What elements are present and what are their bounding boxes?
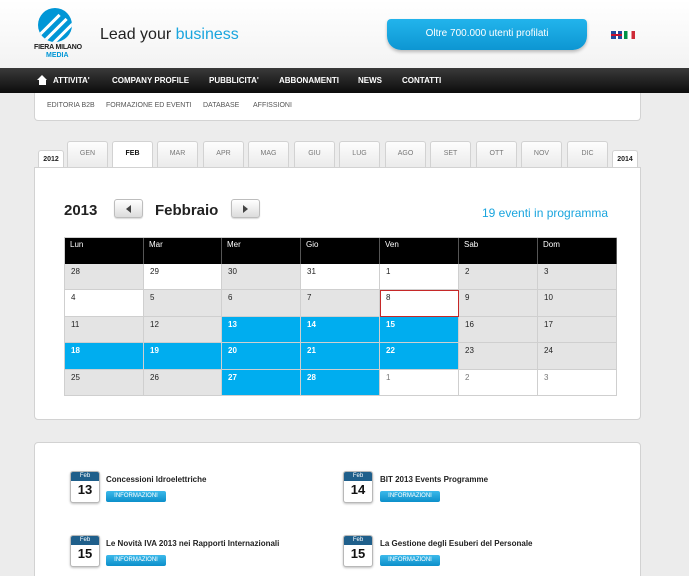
info-button[interactable]: INFORMAZIONI — [380, 491, 440, 502]
weekday-header: Gio — [301, 238, 380, 264]
nav-item-news[interactable]: NEWS — [358, 68, 382, 93]
calendar-day[interactable]: 3 — [538, 369, 617, 396]
sub-nav: EDITORIA B2B FORMAZIONE ED EVENTI DATABA… — [34, 93, 641, 121]
users-banner[interactable]: Oltre 700.000 utenti profilati — [387, 19, 587, 50]
calendar-day[interactable]: 1 — [380, 264, 459, 291]
info-button[interactable]: INFORMAZIONI — [106, 491, 166, 502]
tab-month[interactable]: LUG — [339, 141, 380, 168]
main-nav: ATTIVITA' COMPANY PROFILE PUBBLICITA' AB… — [0, 68, 689, 93]
logo-mark-icon — [38, 8, 72, 42]
calendar-day[interactable]: 1 — [380, 369, 459, 396]
calendar-date-icon: Feb 14 — [343, 471, 373, 503]
event-title[interactable]: La Gestione degli Esuberi del Personale — [380, 539, 533, 548]
weekday-header: Sab — [459, 238, 538, 264]
calendar-day[interactable]: 3 — [538, 264, 617, 291]
subnav-item-formazione[interactable]: FORMAZIONE ED EVENTI — [106, 102, 192, 109]
nav-item-contatti[interactable]: CONTATTI — [402, 68, 441, 93]
calendar-day[interactable]: 6 — [222, 290, 301, 317]
calendar-day[interactable]: 24 — [538, 343, 617, 370]
calendar-day[interactable]: 12 — [144, 316, 222, 344]
nav-item-abbonamenti[interactable]: ABBONAMENTI — [279, 68, 339, 93]
calendar-day[interactable]: 7 — [301, 290, 380, 317]
calendar-day-event[interactable]: 15 — [380, 316, 459, 344]
logo-text: FIERA MILANO — [34, 44, 82, 51]
calendar-day[interactable]: 9 — [459, 290, 538, 317]
calendar-day[interactable]: 17 — [538, 316, 617, 344]
info-button[interactable]: INFORMAZIONI — [106, 555, 166, 566]
calendar-date-icon: Feb 13 — [70, 471, 100, 503]
subnav-item-editoria[interactable]: EDITORIA B2B — [47, 102, 95, 109]
calendar-day-event[interactable]: 20 — [222, 343, 301, 370]
logo-subtext: MEDIA — [46, 52, 69, 59]
calendar-date-icon: Feb 15 — [70, 535, 100, 567]
calendar-day[interactable]: 23 — [459, 343, 538, 370]
site-header: FIERA MILANO MEDIA Lead your business Ol… — [0, 0, 689, 68]
nav-item-pubblicita[interactable]: PUBBLICITA' — [209, 68, 259, 93]
calendar-day[interactable]: 10 — [538, 290, 617, 317]
calendar-day[interactable]: 28 — [65, 264, 144, 291]
calendar-day-event[interactable]: 19 — [144, 343, 222, 370]
calendar-year: 2013 — [64, 202, 98, 219]
tab-month[interactable]: GEN — [67, 141, 108, 168]
event-title[interactable]: Le Novità IVA 2013 nei Rapporti Internaz… — [106, 539, 279, 548]
calendar-day[interactable]: 26 — [144, 369, 222, 396]
calendar-day[interactable]: 29 — [144, 264, 222, 291]
tab-month[interactable]: GIU — [294, 141, 335, 168]
tagline: Lead your business — [100, 26, 239, 43]
home-icon[interactable] — [37, 75, 48, 85]
weekday-header: Lun — [65, 238, 144, 264]
calendar-day-event[interactable]: 14 — [301, 316, 380, 344]
italy-flag-icon[interactable] — [624, 31, 635, 39]
next-month-button[interactable] — [231, 199, 260, 218]
weekday-header: Mer — [222, 238, 301, 264]
tab-month-active[interactable]: FEB — [112, 141, 153, 169]
arrow-right-icon — [243, 205, 248, 213]
calendar-day-event[interactable]: 13 — [222, 316, 301, 344]
tab-month[interactable]: OTT — [476, 141, 517, 168]
weekday-header: Dom — [538, 238, 617, 264]
calendar-month: Febbraio — [155, 202, 219, 219]
arrow-left-icon — [126, 205, 131, 213]
tab-month[interactable]: SET — [430, 141, 471, 168]
tab-month[interactable]: AGO — [385, 141, 426, 168]
event-title[interactable]: Concessioni Idroelettriche — [106, 475, 206, 484]
prev-month-button[interactable] — [114, 199, 143, 218]
calendar-day-event[interactable]: 18 — [65, 343, 144, 370]
calendar-day[interactable]: 31 — [301, 264, 380, 291]
calendar-grid: Lun Mar Mer Gio Ven Sab Dom 28 29 30 31 1 2 3 4 5 6 7 8 9 10… — [64, 237, 617, 396]
tab-month[interactable]: MAR — [157, 141, 198, 168]
calendar-day-event[interactable]: 27 — [222, 369, 301, 396]
tab-month[interactable]: APR — [203, 141, 244, 168]
tab-month[interactable]: NOV — [521, 141, 562, 168]
tab-prev-year[interactable]: 2012 — [38, 150, 64, 168]
event-title[interactable]: BIT 2013 Events Programme — [380, 475, 488, 484]
calendar-day-event[interactable]: 22 — [380, 343, 459, 370]
calendar-day[interactable]: 16 — [459, 316, 538, 344]
weekday-header: Ven — [380, 238, 459, 264]
calendar-day[interactable]: 4 — [65, 290, 144, 317]
nav-item-company-profile[interactable]: COMPANY PROFILE — [112, 68, 189, 93]
tab-next-year[interactable]: 2014 — [612, 150, 638, 168]
info-button[interactable]: INFORMAZIONI — [380, 555, 440, 566]
calendar-day[interactable]: 30 — [222, 264, 301, 291]
calendar-date-icon: Feb 15 — [343, 535, 373, 567]
calendar-day[interactable]: 2 — [459, 264, 538, 291]
calendar-day[interactable]: 25 — [65, 369, 144, 396]
uk-flag-icon[interactable] — [611, 31, 622, 39]
subnav-item-database[interactable]: DATABASE — [203, 102, 239, 109]
fiera-milano-media-logo[interactable]: FIERA MILANO MEDIA — [34, 8, 82, 62]
subnav-item-affissioni[interactable]: AFFISSIONI — [253, 102, 292, 109]
calendar-day-event[interactable]: 21 — [301, 343, 380, 370]
tab-month[interactable]: DIC — [567, 141, 608, 168]
events-count-link[interactable]: 19 eventi in programma — [482, 206, 608, 220]
calendar-day-event[interactable]: 28 — [301, 369, 380, 396]
calendar-day-today[interactable]: 8 — [380, 290, 459, 317]
calendar-day[interactable]: 11 — [65, 316, 144, 344]
tab-month[interactable]: MAG — [248, 141, 289, 168]
calendar-day[interactable]: 2 — [459, 369, 538, 396]
weekday-header: Mar — [144, 238, 222, 264]
calendar-day[interactable]: 5 — [144, 290, 222, 317]
nav-item-attivita[interactable]: ATTIVITA' — [53, 68, 90, 93]
